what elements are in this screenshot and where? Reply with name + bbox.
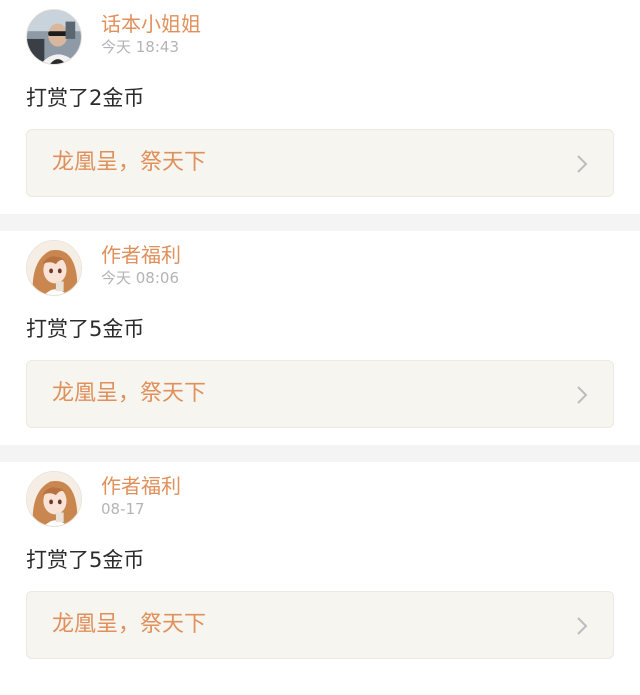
divider xyxy=(0,445,640,462)
avatar[interactable] xyxy=(26,9,82,65)
feed-item: 作者福利 08-17 打赏了5金币 龙凰呈，祭天下 xyxy=(0,462,640,676)
book-title: 龙凰呈，祭天下 xyxy=(52,612,207,637)
feed-item: 话本小姐姐 今天 18:43 打赏了2金币 龙凰呈，祭天下 xyxy=(0,0,640,214)
reward-message: 打赏了2金币 xyxy=(26,86,145,110)
timestamp: 今天 18:43 xyxy=(101,38,179,56)
profile-photo-anime-girl-icon xyxy=(27,241,81,295)
avatar[interactable] xyxy=(26,240,82,296)
avatar[interactable] xyxy=(26,471,82,527)
timestamp: 今天 08:06 xyxy=(101,269,179,287)
chevron-right-icon xyxy=(577,155,588,173)
profile-photo-man-sunglasses-icon xyxy=(27,10,81,64)
timestamp: 08-17 xyxy=(101,500,145,518)
chevron-right-icon xyxy=(577,617,588,635)
username[interactable]: 话本小姐姐 xyxy=(101,12,201,36)
reward-feed: 话本小姐姐 今天 18:43 打赏了2金币 龙凰呈，祭天下 作者福利 今天 08… xyxy=(0,0,640,676)
reward-message: 打赏了5金币 xyxy=(26,548,145,572)
username[interactable]: 作者福利 xyxy=(101,243,181,267)
chevron-right-icon xyxy=(577,386,588,404)
book-title: 龙凰呈，祭天下 xyxy=(52,381,207,406)
book-link-card[interactable]: 龙凰呈，祭天下 xyxy=(26,129,614,197)
book-title: 龙凰呈，祭天下 xyxy=(52,150,207,175)
book-link-card[interactable]: 龙凰呈，祭天下 xyxy=(26,360,614,428)
reward-message: 打赏了5金币 xyxy=(26,317,145,341)
book-link-card[interactable]: 龙凰呈，祭天下 xyxy=(26,591,614,659)
profile-photo-anime-girl-icon xyxy=(27,472,81,526)
feed-item: 作者福利 今天 08:06 打赏了5金币 龙凰呈，祭天下 xyxy=(0,231,640,445)
divider xyxy=(0,214,640,231)
username[interactable]: 作者福利 xyxy=(101,474,181,498)
